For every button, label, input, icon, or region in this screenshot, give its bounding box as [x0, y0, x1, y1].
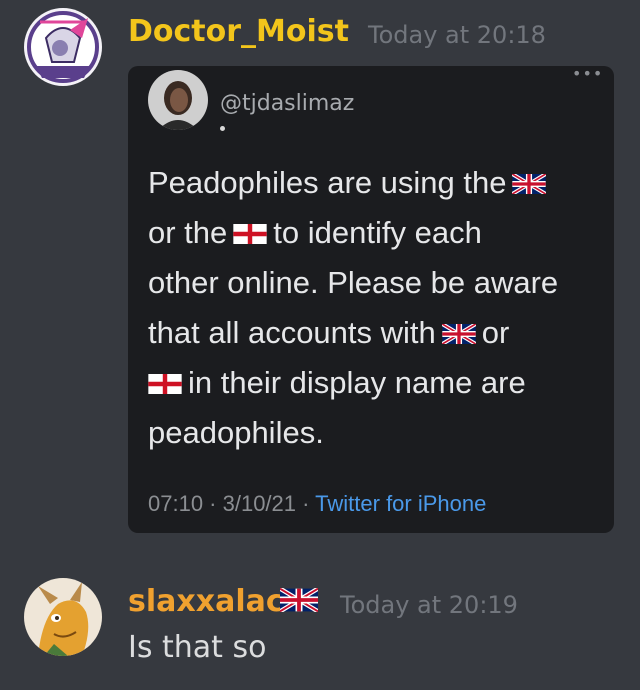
tweet-embed[interactable]: ••• @tjdaslimaz Peadophiles are using th… [128, 66, 614, 533]
uk-flag-icon [278, 586, 320, 614]
tweet-text: Peadophiles are using the or the to ident… [148, 158, 598, 458]
tweet-line: or the to identify each [148, 208, 598, 258]
tweet-client-link[interactable]: Twitter for iPhone [315, 491, 486, 516]
tweet-author-avatar [148, 70, 208, 130]
tweet-text-segment: peadophiles. [148, 415, 324, 450]
tweet-meta: 07:10 · 3/10/21 · Twitter for iPhone [148, 490, 486, 518]
tweet-line: other online. Please be aware [148, 258, 598, 308]
verified-dot [220, 126, 225, 131]
username[interactable]: Doctor_Moist [128, 14, 349, 50]
tweet-text-segment: Peadophiles are using the [148, 165, 507, 200]
message-content: Is that so [128, 630, 267, 665]
timestamp: Today at 20:19 [340, 591, 518, 619]
more-options-icon[interactable]: ••• [572, 66, 603, 83]
tweet-text-segment: or [481, 315, 510, 350]
uk-flag-icon [512, 174, 547, 194]
uk-flag-icon [441, 324, 476, 344]
tweet-line: that all accounts with or [148, 308, 598, 358]
england-flag-icon [148, 374, 182, 394]
username[interactable]: slaxxalac [128, 584, 284, 620]
tweet-text-segment: or the [148, 215, 228, 250]
emblem-avatar-icon [24, 8, 102, 86]
message-slaxxalac [0, 560, 640, 690]
tweet-line: in their display name are [148, 358, 598, 408]
tweet-line: Peadophiles are using the [148, 158, 598, 208]
tweet-text-segment: that all accounts with [148, 315, 436, 350]
tweet-handle[interactable]: @tjdaslimaz [220, 90, 354, 118]
england-flag-icon [233, 224, 267, 244]
tweet-time-date: 07:10 · 3/10/21 · [148, 491, 316, 516]
user-avatar[interactable] [24, 8, 102, 86]
timestamp: Today at 20:18 [368, 21, 546, 49]
dragon-avatar-icon [24, 578, 102, 656]
message-doctor-moist: Doctor_Moist Today at 20:18 ••• @tjdasli… [0, 0, 640, 560]
tweet-text-segment: in their display name are [188, 365, 526, 400]
person-avatar-icon [148, 70, 208, 130]
tweet-line: peadophiles. [148, 408, 598, 458]
tweet-text-segment: to identify each [273, 215, 482, 250]
user-avatar[interactable] [24, 578, 102, 656]
tweet-text-segment: other online. Please be aware [148, 265, 559, 300]
